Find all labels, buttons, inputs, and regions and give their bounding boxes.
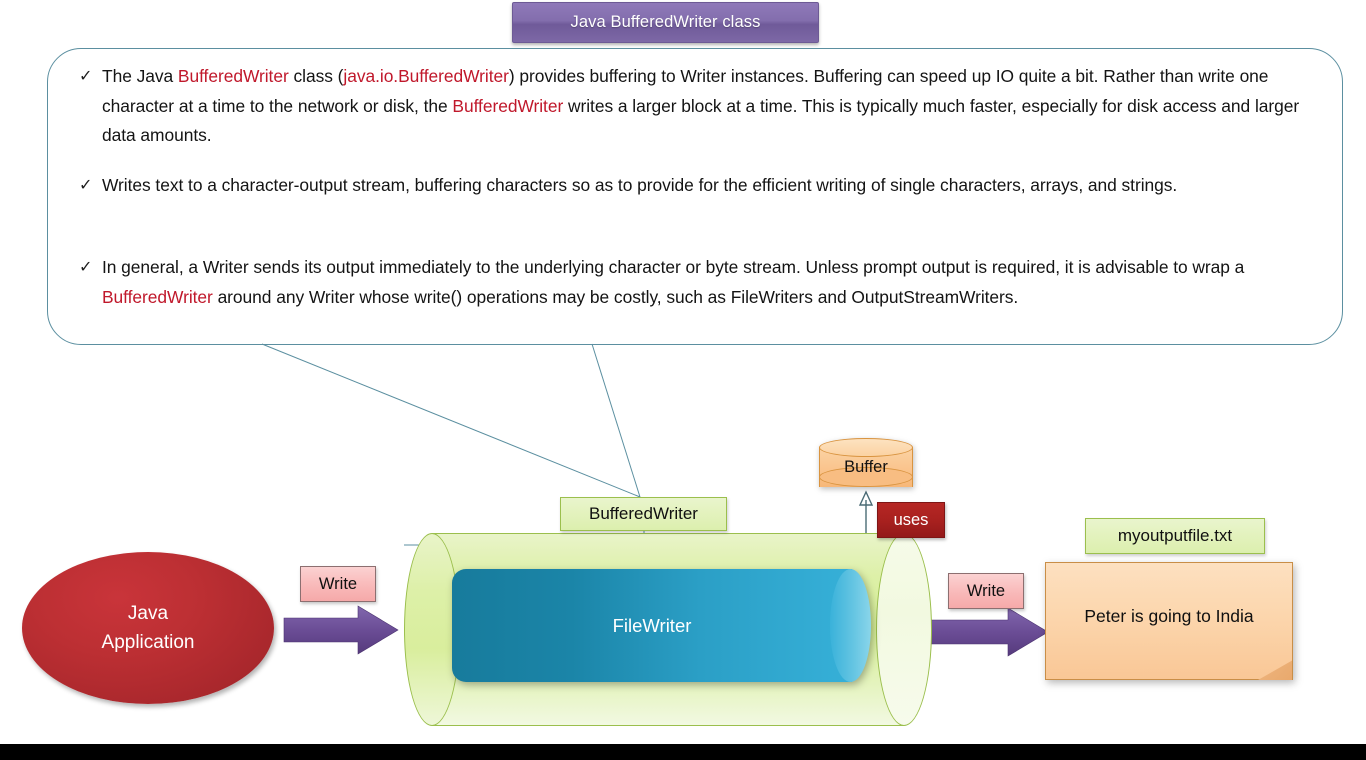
filewriter-cylinder: FileWriter <box>452 569 871 682</box>
callout-tail-left <box>261 343 641 498</box>
bullet-text-1: The Java BufferedWriter class (java.io.B… <box>102 62 1320 151</box>
bullet-item: ✓ The Java BufferedWriter class (java.io… <box>76 62 1320 151</box>
checkmark-icon: ✓ <box>79 177 93 194</box>
text-segment: Writes text to a character-output stream… <box>102 175 1178 195</box>
page-title-banner: Java BufferedWriter class <box>512 2 819 43</box>
description-callout-box: ✓ The Java BufferedWriter class (java.io… <box>47 48 1343 345</box>
bufferedwriter-label: BufferedWriter <box>589 504 698 523</box>
write-output-label-box[interactable]: Write <box>948 573 1024 609</box>
write-output-label: Write <box>966 581 1006 600</box>
page-title: Java BufferedWriter class <box>570 13 761 31</box>
bottom-letterbox-bar <box>0 744 1366 760</box>
uses-label-box[interactable]: uses <box>877 502 945 538</box>
output-file-label-box[interactable]: myoutputfile.txt <box>1085 518 1265 554</box>
write-input-label: Write <box>318 574 358 593</box>
java-application-label-line1: Java <box>127 603 169 624</box>
callout-tail-right <box>591 343 641 498</box>
text-segment-highlight: java.io.BufferedWriter <box>343 66 509 86</box>
text-segment: around any Writer whose write() operatio… <box>212 286 1019 307</box>
text-segment: In general, a Writer sends its output im… <box>102 257 1245 277</box>
uses-label: uses <box>893 510 929 529</box>
buffer-node[interactable]: Buffer <box>819 438 913 496</box>
bullet-text-3: In general, a Writer sends its output im… <box>102 253 1320 312</box>
text-segment-highlight: BufferedWriter <box>452 95 564 116</box>
text-segment: class ( <box>288 66 344 86</box>
bullet-item: ✓ In general, a Writer sends its output … <box>76 253 1320 312</box>
bullet-item: ✓ Writes text to a character-output stre… <box>76 171 1320 201</box>
bullet-text-2: Writes text to a character-output stream… <box>102 171 1177 201</box>
document-text: Peter is going to India <box>1084 605 1254 626</box>
filewriter-label: FileWriter <box>612 614 692 636</box>
buffer-label: Buffer <box>844 457 888 476</box>
output-document-node[interactable]: Peter is going to India <box>1045 562 1293 680</box>
cylinder-right-cap <box>876 533 932 726</box>
java-application-node[interactable]: Java Application <box>22 552 274 704</box>
write-input-label-box[interactable]: Write <box>300 566 376 602</box>
text-segment-highlight: BufferedWriter <box>177 66 289 86</box>
bufferedwriter-label-box[interactable]: BufferedWriter <box>560 497 727 531</box>
checkmark-icon: ✓ <box>79 68 93 85</box>
output-file-label: myoutputfile.txt <box>1117 526 1233 545</box>
text-segment-highlight: BufferedWriter <box>102 286 213 307</box>
java-application-label-line2: Application <box>101 632 195 653</box>
write-in-arrow <box>283 605 399 655</box>
text-segment: The Java <box>102 66 178 86</box>
checkmark-icon: ✓ <box>79 259 93 276</box>
